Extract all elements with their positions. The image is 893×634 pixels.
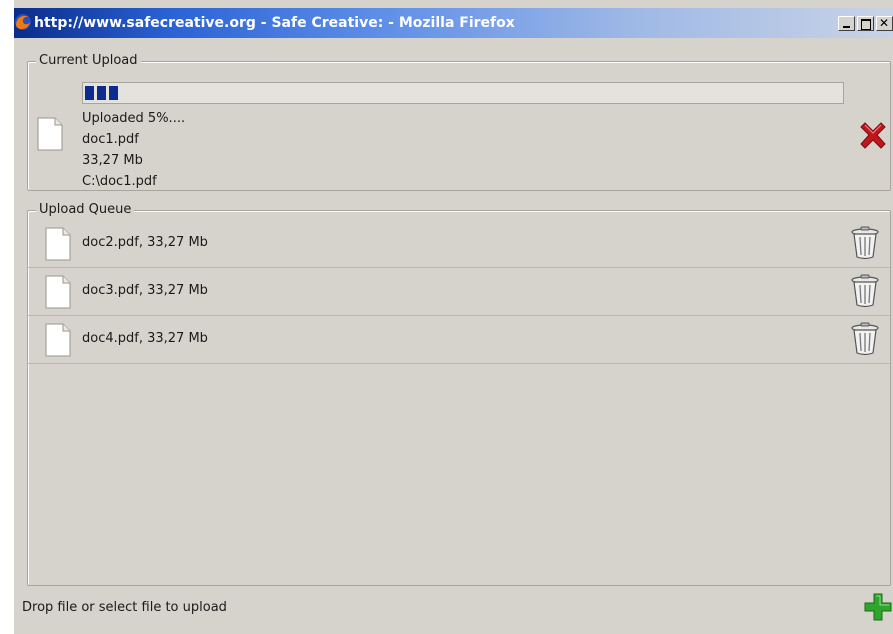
queue-item: doc4.pdf, 33,27 Mb — [28, 317, 890, 364]
current-upload-legend: Current Upload — [36, 53, 141, 68]
queue-item-label: doc4.pdf, 33,27 Mb — [82, 331, 208, 346]
window-title: http://www.safecreative.org - Safe Creat… — [34, 15, 515, 31]
upload-queue-group: Upload Queue doc2.pdf, 33,27 Mb doc3.pdf… — [27, 202, 891, 586]
queue-item: doc3.pdf, 33,27 Mb — [28, 269, 890, 316]
progress-segment — [85, 86, 94, 100]
maximize-button[interactable] — [857, 16, 874, 31]
queue-item-label: doc2.pdf, 33,27 Mb — [82, 235, 208, 250]
trash-icon[interactable] — [849, 274, 881, 308]
document-icon — [45, 227, 71, 261]
upload-progress-bar — [82, 82, 844, 104]
firefox-icon — [15, 14, 31, 30]
minimize-button[interactable] — [838, 16, 855, 31]
progress-segment — [97, 86, 106, 100]
add-file-icon[interactable] — [863, 592, 893, 622]
current-file-size: 33,27 Mb — [82, 153, 143, 168]
close-icon: ✕ — [879, 16, 890, 30]
upload-queue-legend: Upload Queue — [36, 202, 135, 217]
document-icon — [37, 117, 63, 151]
current-upload-group: Current Upload Uploaded 5%.... doc1.pdf … — [27, 53, 891, 192]
drop-file-hint: Drop file or select file to upload — [22, 600, 227, 615]
upload-status: Uploaded 5%.... — [82, 111, 186, 126]
title-bar[interactable]: http://www.safecreative.org - Safe Creat… — [14, 8, 893, 38]
current-file-path: C:\doc1.pdf — [82, 174, 157, 189]
document-icon — [45, 275, 71, 309]
cancel-upload-icon[interactable] — [856, 119, 890, 153]
queue-item-label: doc3.pdf, 33,27 Mb — [82, 283, 208, 298]
window-controls: ✕ — [838, 16, 893, 31]
current-file-name: doc1.pdf — [82, 132, 139, 147]
document-icon — [45, 323, 71, 357]
current-file-details: Uploaded 5%.... doc1.pdf 33,27 Mb C:\doc… — [82, 108, 185, 192]
close-button[interactable]: ✕ — [876, 16, 893, 31]
trash-icon[interactable] — [849, 226, 881, 260]
queue-item: doc2.pdf, 33,27 Mb — [28, 221, 890, 268]
trash-icon[interactable] — [849, 322, 881, 356]
browser-window: http://www.safecreative.org - Safe Creat… — [14, 0, 893, 634]
progress-segment — [109, 86, 118, 100]
